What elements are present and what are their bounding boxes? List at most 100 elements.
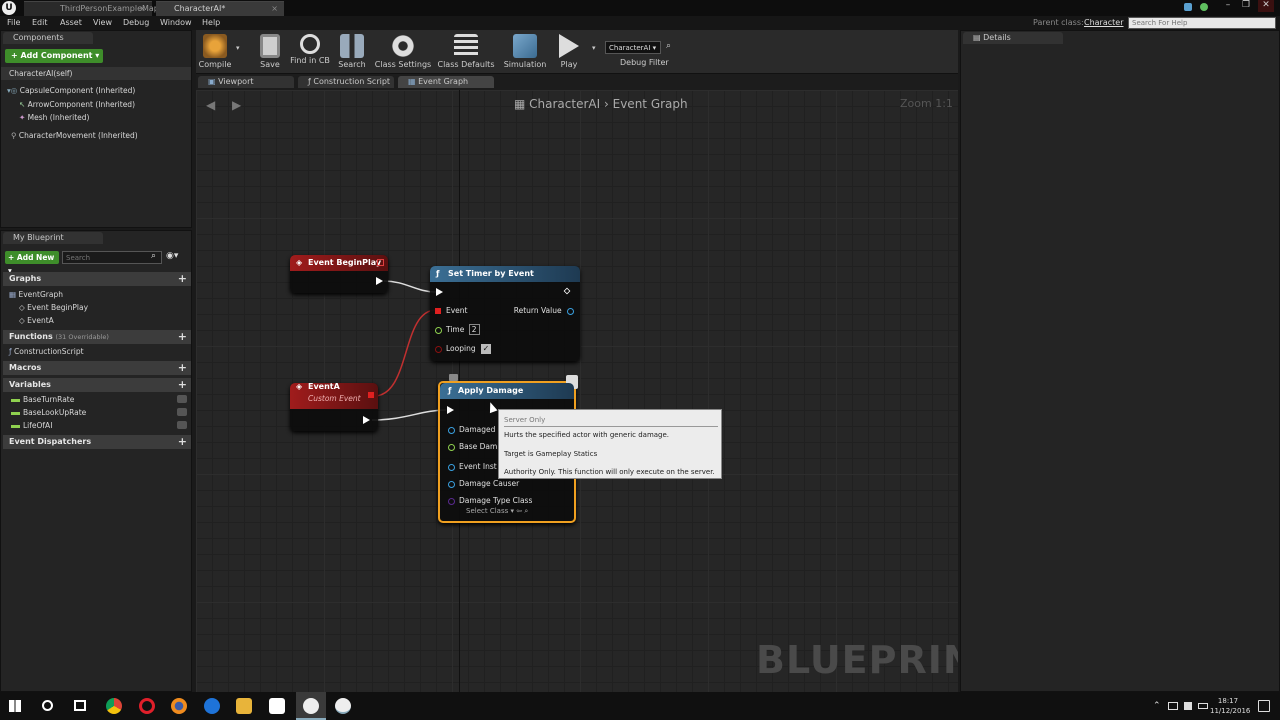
graph-item-beginplay[interactable]: ◇ Event BeginPlay	[19, 303, 88, 312]
visibility-eye-icon[interactable]	[177, 395, 187, 403]
variable-item[interactable]: LifeOfAI	[11, 421, 52, 430]
event-instigator-pin[interactable]: Event Inst	[448, 462, 497, 471]
node-header[interactable]: ƒ Apply Damage	[440, 383, 574, 399]
close-icon[interactable]: ×	[271, 2, 278, 16]
graph-item-eventgraph[interactable]: ▦ EventGraph	[9, 290, 63, 299]
menu-view[interactable]: View	[93, 16, 112, 30]
find-in-cb-button[interactable]: Find in CB	[288, 32, 332, 72]
compile-options-chevron-icon[interactable]: ▾	[236, 44, 240, 52]
volume-icon[interactable]	[1184, 702, 1192, 710]
add-component-button[interactable]: + Add Component ▾	[5, 49, 103, 63]
damaged-actor-pin[interactable]: Damaged	[448, 425, 495, 434]
file-explorer-icon[interactable]	[236, 698, 252, 714]
help-search-input[interactable]	[1128, 17, 1276, 29]
debug-object-select[interactable]: CharacterAI ▾	[605, 41, 661, 54]
node-header[interactable]: ƒ Set Timer by Event	[430, 266, 580, 282]
time-pin[interactable]: Time 2	[435, 324, 480, 335]
edge-icon[interactable]	[204, 698, 220, 714]
add-new-button[interactable]: + Add New ▾	[5, 251, 59, 275]
damage-type-class-pin[interactable]: Damage Type Class	[448, 496, 532, 505]
play-button[interactable]: Play	[552, 32, 586, 72]
parent-class-link[interactable]: Character	[1084, 16, 1124, 30]
save-button[interactable]: Save	[254, 32, 286, 72]
component-self[interactable]: CharacterAI(self)	[1, 67, 191, 80]
component-movement[interactable]: ⚲ CharacterMovement (Inherited)	[11, 131, 138, 140]
node-event-a[interactable]: ◈ EventA Custom Event	[290, 382, 378, 431]
event-dispatchers-section[interactable]: Event Dispatchers +	[3, 435, 191, 449]
visibility-eye-icon[interactable]	[177, 408, 187, 416]
details-tab[interactable]: ▤ Details	[963, 32, 1063, 44]
unreal-engine-icon[interactable]	[335, 698, 351, 714]
network-icon[interactable]	[1168, 702, 1178, 710]
simulation-button[interactable]: Simulation	[502, 32, 548, 72]
graph-item-eventa[interactable]: ◇ EventA	[19, 316, 54, 325]
menu-help[interactable]: Help	[202, 16, 220, 30]
exec-out-pin[interactable]	[363, 416, 370, 424]
looping-pin[interactable]: Looping ✓	[435, 344, 491, 354]
tab-construction-script[interactable]: ƒ Construction Script	[298, 76, 394, 88]
taskbar-clock[interactable]: 18:17 11/12/2016	[1198, 696, 1250, 716]
comment-bubble-icon[interactable]	[449, 374, 458, 381]
component-mesh[interactable]: ✦ Mesh (Inherited)	[19, 113, 89, 122]
tab-character-ai[interactable]: CharacterAI* ×	[156, 1, 284, 16]
variable-item[interactable]: BaseTurnRate	[11, 395, 74, 404]
firefox-icon[interactable]	[171, 698, 187, 714]
add-dispatcher-icon[interactable]: +	[178, 435, 187, 449]
add-function-icon[interactable]: +	[178, 330, 187, 344]
search-button[interactable]: Search	[334, 32, 370, 72]
base-damage-pin[interactable]: Base Dam	[448, 442, 497, 451]
blueprint-search-input[interactable]	[62, 251, 162, 264]
tray-chevron-icon[interactable]: ⌃	[1153, 701, 1161, 711]
damage-causer-pin[interactable]: Damage Causer	[448, 479, 519, 488]
class-settings-button[interactable]: Class Settings	[374, 32, 432, 72]
node-set-timer-by-event[interactable]: ƒ Set Timer by Event Event Return Value …	[430, 266, 580, 361]
play-options-chevron-icon[interactable]: ▾	[592, 44, 596, 52]
node-header[interactable]: ◈ Event BeginPlay	[290, 255, 388, 271]
event-pin[interactable]: Event	[435, 306, 468, 315]
store-icon[interactable]	[269, 698, 285, 714]
menu-edit[interactable]: Edit	[32, 16, 48, 30]
close-icon[interactable]: ×	[139, 2, 146, 16]
time-value-input[interactable]: 2	[468, 324, 480, 335]
my-blueprint-tab[interactable]: My Blueprint	[3, 232, 103, 244]
node-header[interactable]: ◈ EventA Custom Event	[290, 382, 378, 409]
component-capsule[interactable]: ▾◎ CapsuleComponent (Inherited)	[7, 86, 135, 95]
unreal-logo-icon[interactable]: U	[2, 1, 16, 15]
menu-file[interactable]: File	[7, 16, 20, 30]
add-graph-icon[interactable]: +	[178, 272, 187, 286]
delegate-pin-icon[interactable]	[368, 392, 374, 398]
visibility-eye-icon[interactable]: ◉▾	[166, 251, 178, 261]
exec-out-pin[interactable]	[376, 277, 383, 285]
chrome-icon[interactable]	[106, 698, 122, 714]
tab-third-person-map[interactable]: ThirdPersonExampleMap ×	[24, 1, 159, 16]
looping-checkbox[interactable]: ✓	[480, 344, 491, 354]
variable-item[interactable]: BaseLookUpRate	[11, 408, 86, 417]
notification-icon[interactable]	[1184, 3, 1192, 11]
debug-search-icon[interactable]: ⌕	[666, 41, 671, 51]
exec-in-pin[interactable]	[436, 288, 443, 296]
return-value-pin[interactable]: Return Value	[514, 306, 574, 315]
opera-icon[interactable]	[139, 698, 155, 714]
class-defaults-button[interactable]: Class Defaults	[436, 32, 496, 72]
functions-section[interactable]: Functions (31 Overridable) +	[3, 330, 191, 344]
menu-window[interactable]: Window	[160, 16, 192, 30]
visibility-eye-icon[interactable]	[177, 421, 187, 429]
task-view-icon[interactable]	[74, 700, 86, 711]
windows-start-icon[interactable]	[9, 700, 21, 712]
variables-section[interactable]: Variables +	[3, 378, 191, 392]
minimize-button[interactable]: –	[1220, 0, 1236, 12]
graphs-section[interactable]: Graphs +	[3, 272, 191, 286]
delegate-pin-icon[interactable]	[377, 259, 384, 266]
notification-center-icon[interactable]	[1258, 700, 1270, 712]
function-item-construction[interactable]: ƒ ConstructionScript	[9, 347, 84, 356]
exec-in-pin[interactable]	[447, 406, 454, 414]
add-macro-icon[interactable]: +	[178, 361, 187, 375]
components-tab[interactable]: Components	[3, 32, 93, 44]
maximize-button[interactable]: ❐	[1238, 0, 1254, 12]
search-icon[interactable]: ⌕	[524, 507, 528, 515]
close-window-button[interactable]: ✕	[1258, 0, 1274, 12]
event-graph-canvas[interactable]: ◀ ▶ ▦ CharacterAI › Event Graph Zoom 1:1…	[196, 90, 958, 692]
menu-debug[interactable]: Debug	[123, 16, 149, 30]
node-event-beginplay[interactable]: ◈ Event BeginPlay	[290, 255, 388, 293]
browse-arrow-icon[interactable]: ⇦	[516, 507, 522, 515]
